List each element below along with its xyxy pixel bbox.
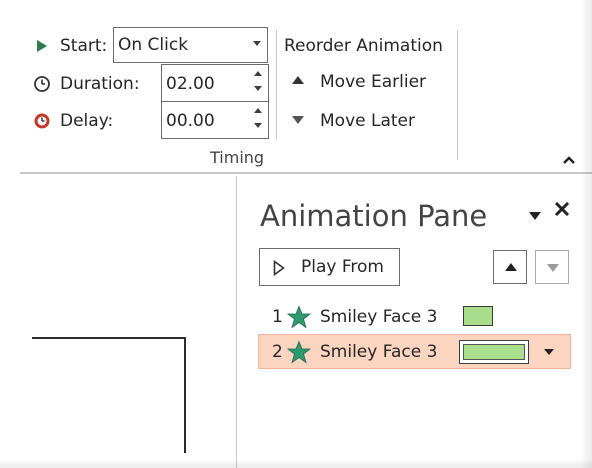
timeline-bar[interactable] bbox=[463, 344, 525, 360]
delay-value: 00.00 bbox=[166, 111, 215, 131]
item-name: Smiley Face 3 bbox=[320, 342, 438, 362]
window-shadow bbox=[580, 0, 592, 468]
item-name: Smiley Face 3 bbox=[320, 307, 438, 327]
chevron-down-icon[interactable] bbox=[253, 41, 261, 46]
start-value: On Click bbox=[118, 35, 189, 55]
duration-label: Duration: bbox=[60, 74, 140, 94]
group-separator bbox=[457, 30, 458, 160]
play-from-label: Play From bbox=[301, 257, 384, 277]
delay-icon bbox=[33, 112, 51, 130]
timeline-bar-track[interactable] bbox=[459, 340, 529, 364]
animation-list-item[interactable]: 1 Smiley Face 3 bbox=[258, 300, 571, 333]
ribbon-divider bbox=[20, 172, 592, 174]
move-earlier-label: Move Earlier bbox=[320, 72, 427, 92]
move-earlier-button[interactable]: Move Earlier bbox=[284, 67, 454, 97]
item-dropdown-icon[interactable] bbox=[544, 349, 554, 355]
collapse-ribbon-icon[interactable] bbox=[562, 150, 576, 164]
timing-group-label: Timing bbox=[210, 148, 265, 167]
delay-label: Delay: bbox=[60, 111, 114, 131]
triangle-up-icon bbox=[292, 76, 304, 84]
delay-spin-buttons[interactable] bbox=[252, 106, 264, 132]
pane-options-icon[interactable] bbox=[528, 206, 542, 220]
animation-list-item-selected[interactable]: 2 Smiley Face 3 bbox=[258, 334, 571, 369]
star-effect-icon bbox=[286, 340, 312, 364]
group-separator bbox=[276, 30, 277, 140]
move-up-button[interactable] bbox=[493, 250, 527, 284]
duration-value: 02.00 bbox=[166, 74, 215, 94]
item-index: 1 bbox=[272, 307, 283, 327]
triangle-down-icon bbox=[547, 264, 559, 272]
play-from-button[interactable]: Play From bbox=[259, 248, 400, 286]
move-later-label: Move Later bbox=[320, 111, 415, 131]
delay-spinner[interactable]: 00.00 bbox=[161, 101, 269, 139]
close-icon[interactable] bbox=[553, 200, 571, 218]
ribbon-animations-timing: Start: On Click Duration: 02.00 Delay: 0… bbox=[0, 0, 592, 172]
item-index: 2 bbox=[272, 342, 283, 362]
reorder-animation-label: Reorder Animation bbox=[284, 36, 443, 56]
slide-shape-edge bbox=[184, 337, 186, 453]
start-dropdown[interactable]: On Click bbox=[113, 27, 268, 63]
move-later-button[interactable]: Move Later bbox=[284, 106, 454, 136]
window-shadow bbox=[0, 458, 592, 468]
triangle-down-icon bbox=[292, 116, 304, 124]
duration-spin-buttons[interactable] bbox=[252, 69, 264, 95]
move-down-button[interactable] bbox=[535, 250, 569, 284]
start-label: Start: bbox=[60, 36, 108, 56]
start-icon bbox=[36, 38, 48, 52]
timeline-bar[interactable] bbox=[463, 306, 493, 326]
triangle-up-icon bbox=[505, 263, 517, 271]
slide-shape-edge bbox=[32, 337, 185, 339]
duration-spinner[interactable]: 02.00 bbox=[161, 64, 269, 102]
clock-icon bbox=[33, 75, 51, 93]
play-icon bbox=[273, 259, 285, 277]
star-effect-icon bbox=[286, 305, 312, 329]
animation-pane-title: Animation Pane bbox=[260, 199, 488, 233]
